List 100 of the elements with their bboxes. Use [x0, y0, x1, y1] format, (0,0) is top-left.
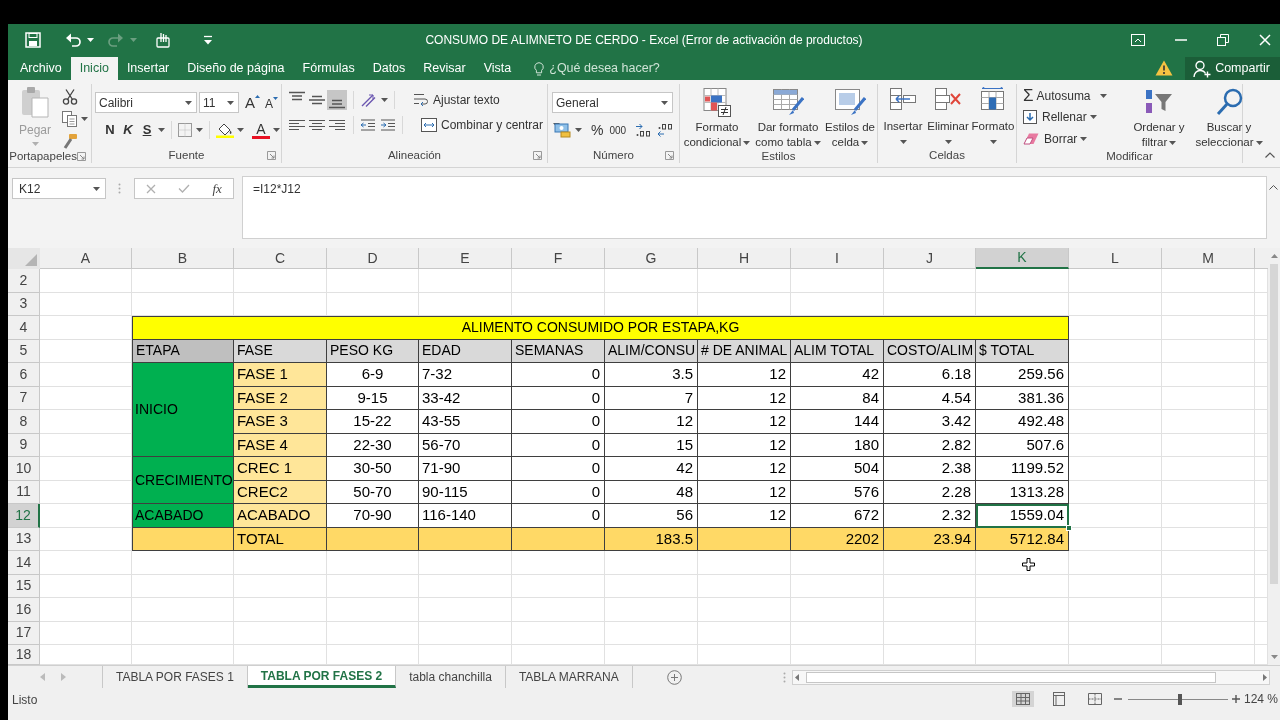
- caret-icon[interactable]: [575, 128, 582, 132]
- caret-icon[interactable]: [87, 38, 94, 42]
- italic-button[interactable]: K: [119, 120, 137, 140]
- collapse-ribbon-icon[interactable]: [1265, 152, 1275, 158]
- caret-icon[interactable]: [158, 128, 165, 132]
- row-header[interactable]: 9: [8, 433, 40, 457]
- dialog-launcher-icon[interactable]: [533, 151, 542, 161]
- number-format-field[interactable]: General: [552, 92, 673, 113]
- ribbon-tab[interactable]: Archivo: [11, 57, 71, 80]
- vertical-scrollbar[interactable]: [1268, 248, 1280, 665]
- row-header[interactable]: 5: [8, 339, 40, 363]
- dialog-launcher-icon[interactable]: [267, 151, 276, 161]
- scroll-down-icon[interactable]: [1270, 655, 1278, 659]
- bold-button[interactable]: N: [101, 120, 119, 140]
- ribbon-button[interactable]: Estilos de celda: [822, 87, 878, 148]
- caret-icon[interactable]: [93, 186, 100, 191]
- scroll-right-icon[interactable]: [1263, 673, 1267, 681]
- hand-icon[interactable]: [155, 32, 171, 48]
- row-header[interactable]: 3: [8, 292, 40, 316]
- scrollbar-thumb[interactable]: [806, 671, 1216, 683]
- ribbon-tab[interactable]: Fórmulas: [293, 57, 364, 80]
- column-header[interactable]: J: [884, 248, 976, 269]
- copy-icon[interactable]: [62, 111, 77, 127]
- align-bottom-icon[interactable]: [327, 90, 347, 110]
- brush-icon[interactable]: [62, 133, 78, 149]
- horizontal-scrollbar[interactable]: [792, 669, 1270, 685]
- decrease-indent-icon[interactable]: [360, 119, 376, 131]
- row-header[interactable]: 6: [8, 363, 40, 387]
- formula-field[interactable]: =I12*J12: [242, 176, 1267, 239]
- row-header[interactable]: 4: [8, 316, 40, 340]
- scroll-up-icon[interactable]: [1270, 254, 1278, 258]
- ribbon-tab[interactable]: Revisar: [414, 57, 475, 80]
- customize-toolbar-icon[interactable]: [203, 35, 213, 45]
- column-header[interactable]: K: [976, 248, 1069, 269]
- zoom-slider[interactable]: [1127, 693, 1228, 705]
- column-header[interactable]: I: [791, 248, 884, 269]
- row-header[interactable]: 16: [8, 598, 40, 622]
- caret-icon[interactable]: [237, 128, 244, 132]
- zoom-slider-thumb[interactable]: [1177, 693, 1182, 705]
- ribbon-button[interactable]: Formato condicional: [680, 87, 754, 148]
- row-header[interactable]: 18: [8, 645, 40, 665]
- caret-icon[interactable]: [661, 100, 668, 105]
- ribbon-button[interactable]: Eliminar: [926, 87, 970, 147]
- fill-color-icon[interactable]: [216, 122, 234, 138]
- row-header[interactable]: 2: [8, 269, 40, 293]
- caret-icon[interactable]: [185, 100, 192, 105]
- ribbon-tab[interactable]: Inicio: [70, 57, 118, 80]
- caret-icon[interactable]: [227, 100, 234, 105]
- ribbon-button[interactable]: Formato: [971, 87, 1015, 147]
- column-header[interactable]: G: [605, 248, 698, 269]
- save-icon[interactable]: [25, 32, 41, 48]
- ribbon-button[interactable]: Insertar: [881, 87, 925, 147]
- insert-function-button[interactable]: fx: [212, 181, 222, 196]
- increase-indent-icon[interactable]: [380, 119, 396, 131]
- font-size-field[interactable]: 11: [199, 92, 239, 113]
- dialog-launcher-icon[interactable]: [77, 152, 86, 162]
- decrease-font-size-button[interactable]: A: [265, 96, 279, 111]
- warning-icon[interactable]: [1155, 60, 1174, 76]
- close-icon[interactable]: [1259, 34, 1271, 46]
- ribbon-tab[interactable]: Diseño de página: [178, 57, 294, 80]
- column-header[interactable]: D: [327, 248, 419, 269]
- ribbon-tab[interactable]: Insertar: [117, 57, 179, 80]
- increase-font-size-button[interactable]: A: [245, 94, 260, 111]
- text-orientation-icon[interactable]: [360, 93, 378, 107]
- row-header[interactable]: 10: [8, 457, 40, 481]
- column-header[interactable]: H: [698, 248, 791, 269]
- fill-handle[interactable]: [1066, 524, 1072, 531]
- wrap-text-button[interactable]: Ajustar texto: [413, 91, 500, 109]
- caret-icon[interactable]: [196, 128, 203, 132]
- ribbon-display-options-icon[interactable]: [1131, 34, 1145, 46]
- column-header[interactable]: M: [1162, 248, 1255, 269]
- row-header[interactable]: 12: [8, 504, 40, 528]
- collapse-formula-bar-icon[interactable]: [1269, 185, 1278, 190]
- thousands-button[interactable]: 000: [609, 122, 627, 138]
- row-header[interactable]: 14: [8, 551, 40, 575]
- ribbon-tab[interactable]: Vista: [474, 57, 521, 80]
- column-header[interactable]: L: [1069, 248, 1162, 269]
- font-name-field[interactable]: Calibri: [95, 92, 197, 113]
- restore-icon[interactable]: [1217, 34, 1229, 46]
- row-header[interactable]: 7: [8, 386, 40, 410]
- share-button[interactable]: Compartir: [1185, 57, 1280, 80]
- currency-format-icon[interactable]: [554, 122, 572, 138]
- caret-icon[interactable]: [381, 98, 388, 102]
- ribbon-button[interactable]: Dar formato como tabla: [754, 87, 822, 148]
- undo-icon[interactable]: [65, 32, 81, 48]
- merge-center-button[interactable]: Combinar y centrar: [421, 116, 544, 134]
- underline-button[interactable]: S: [139, 120, 155, 140]
- fill-button[interactable]: Rellenar: [1023, 108, 1129, 127]
- font-color-button[interactable]: A: [252, 121, 270, 139]
- column-header[interactable]: B: [132, 248, 234, 269]
- tell-me-field[interactable]: ¿Qué desea hacer?: [549, 59, 676, 78]
- zoom-in-icon[interactable]: [1231, 695, 1240, 703]
- add-sheet-icon[interactable]: [666, 669, 682, 685]
- clear-button[interactable]: Borrar: [1023, 129, 1129, 148]
- ribbon-tab[interactable]: Datos: [363, 57, 415, 80]
- name-box[interactable]: K12: [12, 178, 106, 199]
- row-header[interactable]: 8: [8, 410, 40, 434]
- column-header[interactable]: E: [419, 248, 512, 269]
- column-header[interactable]: A: [40, 248, 132, 269]
- find-select-button[interactable]: Buscar y seleccionar: [1193, 87, 1265, 148]
